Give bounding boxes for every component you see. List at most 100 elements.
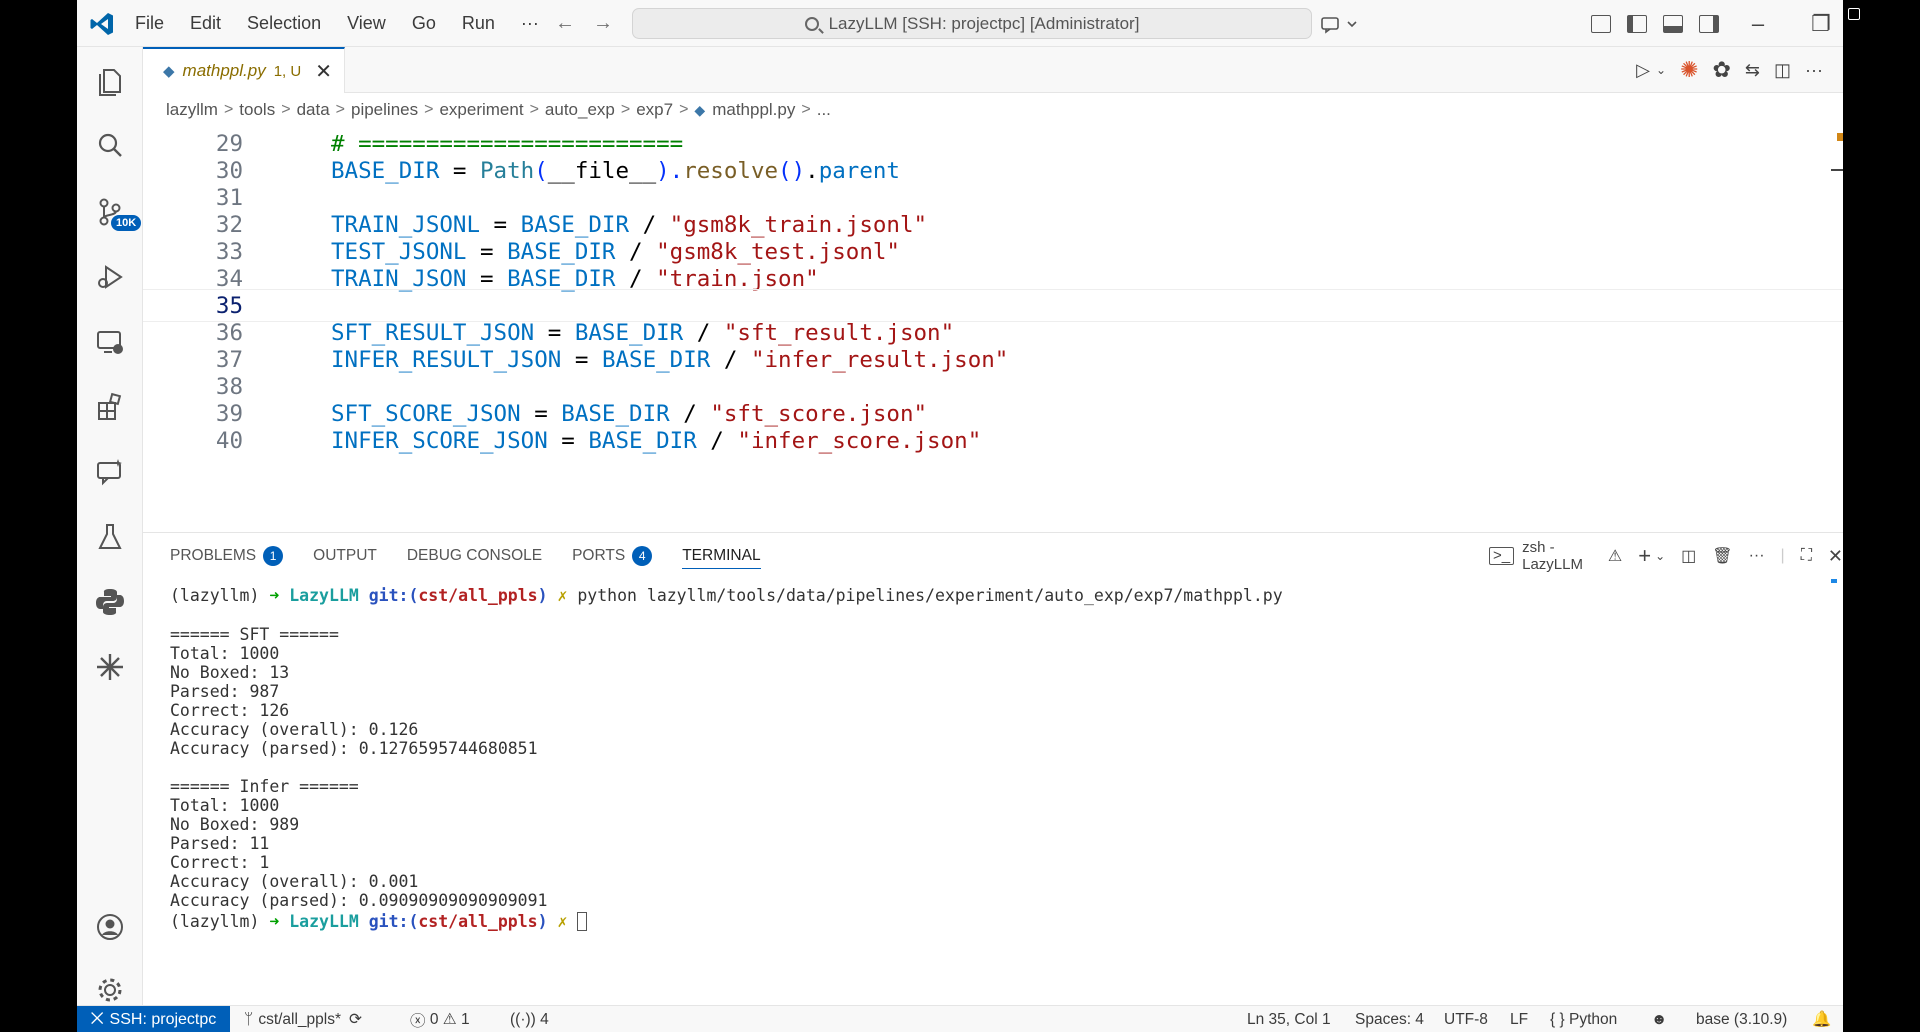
terminal-name[interactable]: zsh - LazyLLM (1522, 539, 1600, 573)
explorer-icon[interactable] (77, 56, 143, 106)
panel-actions: >_ zsh - LazyLLM ⚠ + ⌄ ◫ 🗑 ··· | ⛶ ✕ (1489, 533, 1843, 579)
menu-run[interactable]: Run (462, 13, 495, 34)
command-center-search[interactable]: LazyLLM [SSH: projectpc] [Administrator] (632, 8, 1312, 39)
line-number: 37 (215, 346, 243, 373)
copilot-icon[interactable] (1321, 0, 1359, 47)
terminal-dropdown-icon[interactable]: ⌄ (1655, 549, 1665, 563)
line-code: SFT_RESULT_JSON = BASE_DIR / "sft_result… (331, 319, 955, 346)
menu-view[interactable]: View (347, 13, 386, 34)
terminal[interactable]: (lazyllm) ➜ LazyLLM git:(cst/all_ppls) ✗… (143, 579, 1843, 1006)
forward-arrow-icon[interactable]: → (593, 12, 613, 35)
menu-go[interactable]: Go (412, 13, 436, 34)
editor-tab-bar: ◆ mathppl.py 1, U ✕ ▷ ⌄ ✺ ✿ ⇆ ◫ ··· (143, 47, 1843, 93)
nav-arrows: ← → (555, 12, 613, 35)
crumb-file[interactable]: mathppl.py (712, 100, 795, 120)
crumb-experiment[interactable]: experiment (439, 100, 523, 120)
crumb-data[interactable]: data (297, 100, 330, 120)
extensions-icon[interactable] (77, 382, 143, 432)
more-actions-icon[interactable]: ··· (1749, 547, 1765, 565)
line-code: TRAIN_JSON = BASE_DIR / "train.json" (331, 265, 819, 292)
remote-explorer-icon[interactable] (77, 317, 143, 367)
tab-ports[interactable]: PORTS 4 (572, 533, 653, 579)
restore-icon[interactable]: ❐ (1799, 0, 1843, 47)
crumb-symbol[interactable]: ... (817, 100, 831, 120)
terminal-cursor (577, 912, 588, 931)
indentation[interactable]: Spaces: 4 (1355, 1006, 1424, 1032)
code-editor[interactable]: 29 # ======================== 30 BASE_DIR =… (143, 127, 1843, 532)
openai-icon[interactable]: ✿ (1712, 57, 1730, 83)
terminal-output-line: Accuracy (parsed): 0.09090909090909091 (170, 891, 548, 910)
end-of-line[interactable]: LF (1510, 1006, 1528, 1032)
claude-icon[interactable]: ✺ (1680, 57, 1698, 83)
warning-icon: ⚠ (1607, 548, 1623, 565)
menu-edit[interactable]: Edit (190, 13, 221, 34)
split-editor-icon[interactable]: ◫ (1774, 60, 1791, 81)
customize-layout-icon[interactable] (1591, 14, 1611, 33)
menu-selection[interactable]: Selection (247, 13, 321, 34)
menu-file[interactable]: File (135, 13, 164, 34)
line-number: 36 (215, 319, 243, 346)
source-control-icon[interactable]: 10K (77, 187, 143, 237)
line-number: 29 (215, 130, 243, 157)
more-actions-icon[interactable]: ··· (1805, 60, 1823, 81)
cursor-position[interactable]: Ln 35, Col 1 (1247, 1006, 1331, 1032)
line-number: 38 (215, 373, 243, 400)
terminal-scroll-marker (1831, 579, 1837, 583)
line-number: 30 (215, 157, 243, 184)
minimize-icon[interactable]: – (1738, 0, 1778, 47)
python-interpreter[interactable]: base (3.10.9) (1696, 1006, 1787, 1032)
window-restore-icon[interactable] (1848, 8, 1860, 20)
maximize-panel-icon[interactable]: ⛶ (1801, 547, 1812, 565)
desktop-right-margin (1843, 0, 1920, 1032)
back-arrow-icon[interactable]: ← (555, 12, 575, 35)
run-dropdown-icon[interactable]: ⌄ (1656, 63, 1666, 77)
close-panel-icon[interactable]: ✕ (1828, 546, 1843, 567)
ports-indicator[interactable]: ((·)) 4 (510, 1006, 549, 1032)
tab-debug-console[interactable]: DEBUG CONSOLE (407, 533, 542, 579)
toggle-primary-sidebar-icon[interactable] (1627, 14, 1647, 33)
code-line[interactable]: 40 INFER_SCORE_JSON = BASE_DIR / "infer_s… (143, 424, 1843, 457)
close-tab-icon[interactable]: ✕ (315, 59, 332, 84)
crumb-tools[interactable]: tools (239, 100, 275, 120)
new-terminal-icon[interactable]: + (1638, 543, 1651, 569)
toggle-panel-icon[interactable] (1663, 14, 1683, 33)
run-file-icon[interactable]: ▷ (1636, 60, 1650, 81)
python-icon[interactable] (77, 577, 143, 627)
accounts-icon[interactable] (77, 902, 143, 952)
error-icon: ⓧ (410, 1012, 426, 1030)
tab-label: mathppl.py (182, 61, 266, 80)
tab-terminal[interactable]: TERMINAL (682, 533, 761, 579)
search-icon[interactable] (77, 121, 143, 171)
line-number: 31 (215, 184, 243, 211)
tab-mathppl[interactable]: ◆ mathppl.py 1, U ✕ (143, 47, 345, 93)
menu-more[interactable]: ··· (521, 13, 539, 34)
testing-icon[interactable] (77, 512, 143, 562)
language-mode[interactable]: { } Python (1550, 1006, 1617, 1032)
toggle-secondary-sidebar-icon[interactable] (1699, 14, 1719, 33)
remote-indicator[interactable]: ⨉ SSH: projectpc (77, 1006, 230, 1032)
crumb-lazyllm[interactable]: lazyllm (166, 100, 218, 120)
branch-indicator[interactable]: ᛘ cst/all_ppls* ⟳ (244, 1006, 362, 1032)
crumb-auto-exp[interactable]: auto_exp (545, 100, 615, 120)
title-bar: File Edit Selection View Go Run ··· ← → … (77, 0, 1843, 47)
search-icon (804, 16, 819, 31)
python-file-icon: ◆ (694, 101, 706, 118)
notifications-bell-icon[interactable]: 🔔 (1812, 1006, 1831, 1032)
tab-output[interactable]: OUTPUT (313, 533, 377, 579)
command-center-label: LazyLLM [SSH: projectpc] [Administrator] (828, 13, 1140, 33)
crumb-pipelines[interactable]: pipelines (351, 100, 418, 120)
line-code: TRAIN_JSONL = BASE_DIR / "gsm8k_train.js… (331, 211, 928, 238)
crumb-exp7[interactable]: exp7 (636, 100, 673, 120)
problems-badge: 1 (263, 546, 284, 566)
split-terminal-icon[interactable]: ◫ (1681, 546, 1696, 566)
compare-changes-icon[interactable]: ⇆ (1745, 60, 1760, 81)
tab-problems[interactable]: PROBLEMS 1 (170, 533, 284, 579)
sparkle-extension-icon[interactable] (77, 642, 143, 692)
run-debug-icon[interactable] (77, 252, 143, 302)
problems-indicator[interactable]: ⓧ 0 ⚠ 1 (410, 1006, 470, 1032)
chat-icon[interactable] (77, 447, 143, 497)
copilot-status-icon[interactable]: ☻ (1651, 1006, 1667, 1032)
line-number: 40 (215, 427, 243, 454)
kill-terminal-icon[interactable]: 🗑 (1712, 546, 1732, 566)
encoding[interactable]: UTF-8 (1444, 1006, 1488, 1032)
